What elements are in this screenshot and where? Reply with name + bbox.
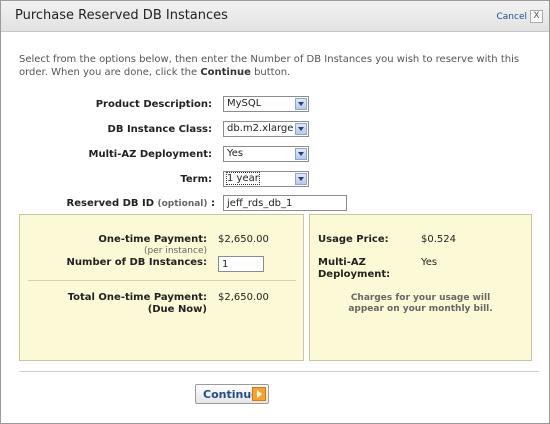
- product-description-label: Product Description:: [95, 99, 212, 110]
- cancel-label[interactable]: Cancel: [497, 12, 528, 22]
- usage-price-value: $0.524: [421, 234, 456, 245]
- payment-panel: One-time Payment: (per instance) $2,650.…: [19, 214, 304, 361]
- product-description-row: Product Description: MySQL: [1, 96, 549, 114]
- purchase-dialog: Purchase Reserved DB Instances Cancel X …: [0, 0, 550, 424]
- per-instance-note: (per instance): [144, 246, 207, 256]
- number-of-instances-input[interactable]: 1: [218, 256, 264, 272]
- product-description-select[interactable]: MySQL: [223, 96, 309, 112]
- chevron-down-icon[interactable]: [295, 148, 307, 160]
- multi-az-summary-value: Yes: [421, 257, 438, 268]
- instructions-end: button.: [250, 67, 291, 78]
- multi-az-row: Multi-AZ Deployment: Yes: [1, 146, 549, 164]
- cancel-link[interactable]: Cancel X: [497, 10, 543, 23]
- continue-button[interactable]: Continue: [195, 384, 269, 404]
- reserved-db-id-label-text: Reserved DB ID: [66, 198, 155, 209]
- reserved-db-id-row: Reserved DB ID (optional) : jeff_rds_db_…: [1, 195, 549, 213]
- one-time-payment-value: $2,650.00: [218, 234, 269, 245]
- chevron-down-icon[interactable]: [295, 98, 307, 110]
- label-colon: :: [211, 198, 215, 209]
- reserved-db-id-input[interactable]: jeff_rds_db_1: [223, 195, 347, 211]
- db-instance-class-select[interactable]: db.m2.xlarge: [223, 121, 309, 137]
- footer-divider: [19, 371, 539, 372]
- continue-label[interactable]: Continue: [203, 388, 259, 401]
- reserved-db-id-label: Reserved DB ID (optional) :: [67, 198, 215, 209]
- usage-note-line-2: appear on your monthly bill.: [348, 304, 493, 314]
- total-payment-label: Total One-time Payment:: [67, 292, 207, 303]
- db-instance-class-value: db.m2.xlarge: [227, 123, 294, 134]
- multi-az-label: Multi-AZ Deployment:: [88, 149, 213, 160]
- db-instance-class-label: DB Instance Class:: [107, 124, 212, 135]
- multi-az-select[interactable]: Yes: [223, 146, 309, 162]
- panel-divider: [28, 280, 296, 281]
- deployment-summary-label: Deployment:: [318, 269, 391, 280]
- number-of-instances-label: Number of DB Instances:: [66, 257, 207, 268]
- term-select[interactable]: 1 year: [223, 171, 309, 187]
- due-now-note: (Due Now): [147, 304, 207, 315]
- instructions-bold: Continue: [200, 67, 251, 78]
- db-instance-class-row: DB Instance Class: db.m2.xlarge: [1, 121, 549, 139]
- usage-panel: Usage Price: $0.524 Multi-AZ Deployment:…: [309, 214, 532, 361]
- multi-az-value: Yes: [227, 148, 244, 159]
- term-label: Term:: [180, 174, 212, 185]
- term-row: Term: 1 year: [1, 171, 549, 189]
- optional-hint: (optional): [157, 199, 208, 209]
- instructions-text: Select from the options below, then ente…: [19, 53, 539, 79]
- total-payment-value: $2,650.00: [218, 292, 269, 303]
- dialog-title: Purchase Reserved DB Instances: [15, 8, 228, 23]
- term-value: 1 year: [226, 172, 260, 185]
- multi-az-summary-label: Multi-AZ: [318, 257, 366, 268]
- dialog-header: Purchase Reserved DB Instances Cancel X: [1, 1, 549, 32]
- play-arrow-icon[interactable]: [252, 387, 266, 401]
- usage-price-label: Usage Price:: [318, 234, 389, 245]
- chevron-down-icon[interactable]: [295, 123, 307, 135]
- product-description-value: MySQL: [227, 98, 262, 109]
- close-icon[interactable]: X: [530, 10, 543, 23]
- one-time-payment-label: One-time Payment:: [98, 234, 207, 245]
- chevron-down-icon[interactable]: [295, 173, 307, 185]
- usage-note-line-1: Charges for your usage will: [350, 293, 491, 303]
